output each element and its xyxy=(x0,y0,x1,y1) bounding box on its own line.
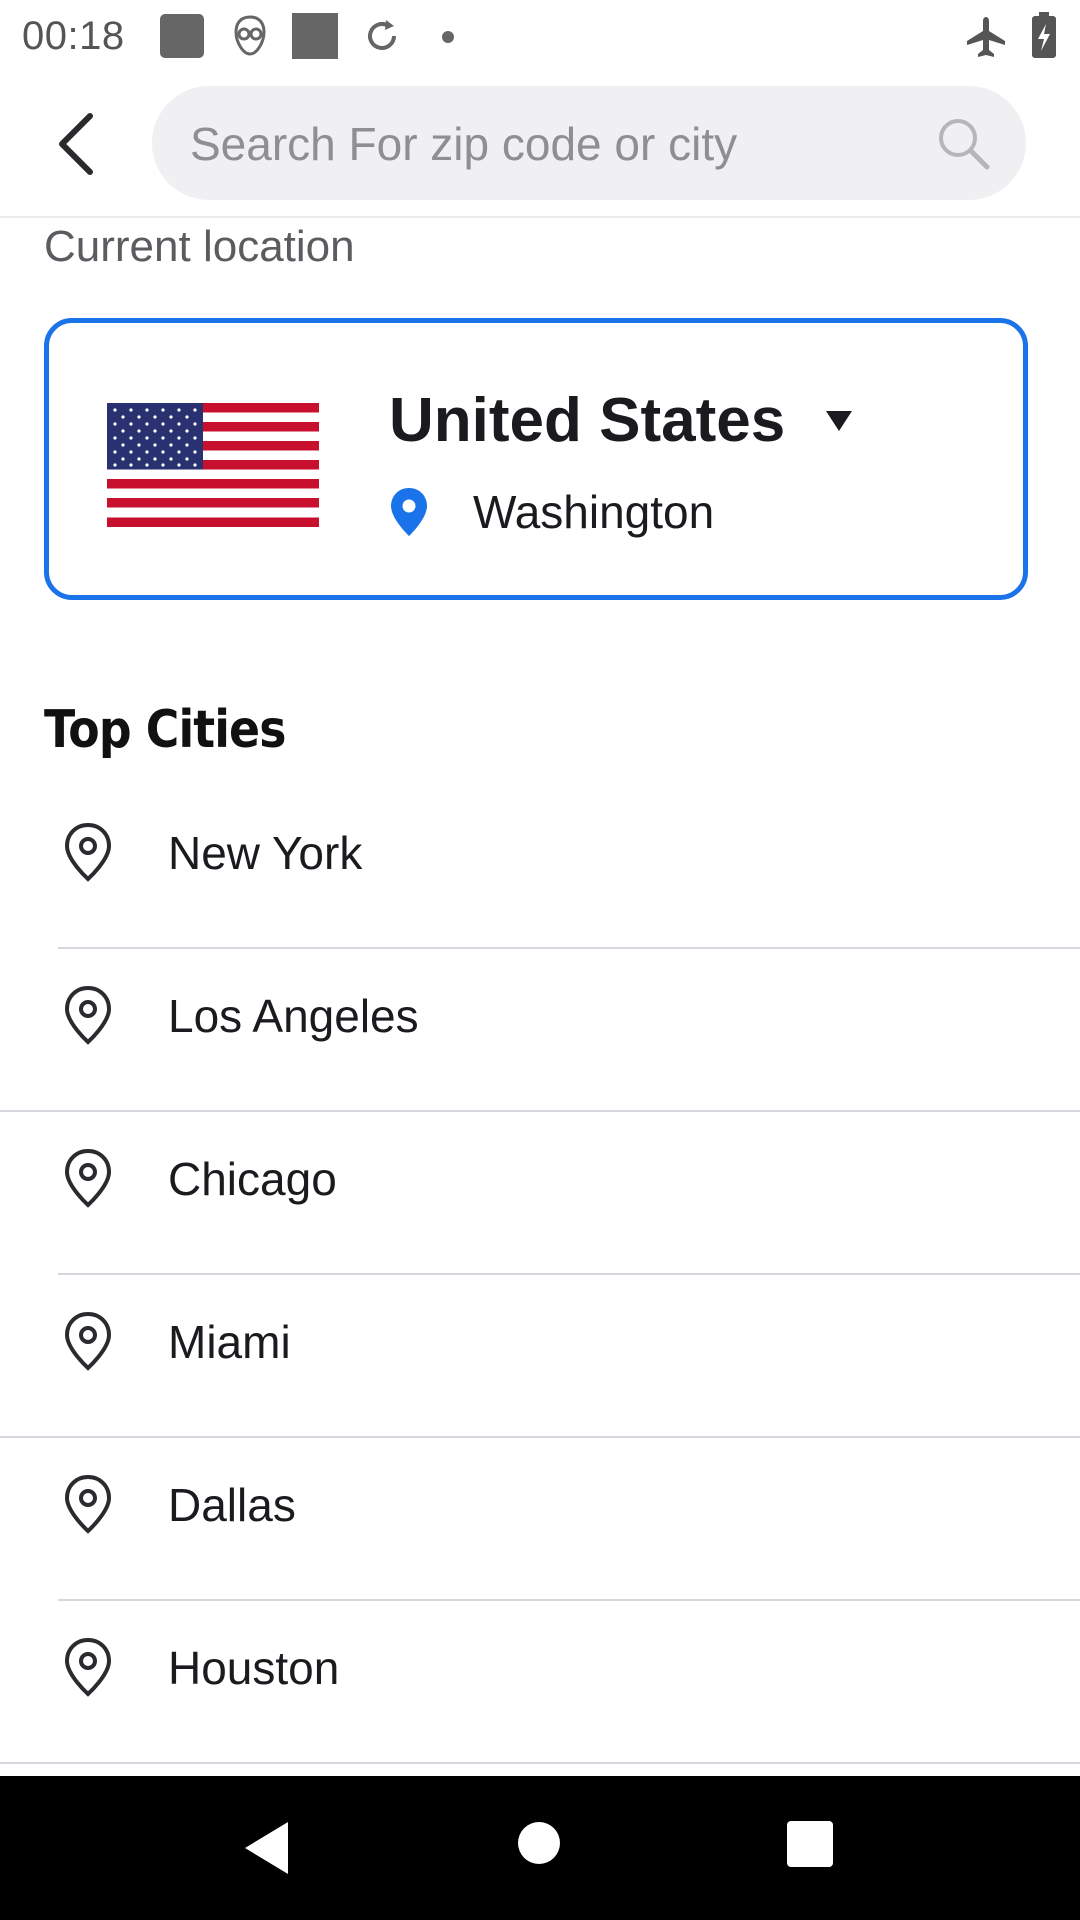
app-square-icon xyxy=(160,14,204,58)
current-location-label: Current location xyxy=(44,222,355,271)
nav-back-icon[interactable] xyxy=(242,1820,292,1876)
caret-down-icon xyxy=(826,410,853,431)
city-name: New York xyxy=(168,827,363,879)
alien-face-icon xyxy=(234,15,266,56)
status-time: 00:18 xyxy=(22,14,125,58)
search-input[interactable] xyxy=(188,86,892,202)
app-square-icon xyxy=(292,13,338,59)
divider xyxy=(0,1762,1080,1764)
city-name: Miami xyxy=(168,1316,291,1368)
search-icon[interactable] xyxy=(936,116,990,170)
status-bar: 00:18 xyxy=(0,0,1080,72)
country-name: United States xyxy=(389,386,786,455)
city-name: Dallas xyxy=(168,1479,296,1531)
nav-recents-icon[interactable] xyxy=(786,1820,834,1868)
city-name: Chicago xyxy=(168,1153,337,1205)
airplane-mode-icon xyxy=(967,17,1005,57)
location-pin-icon xyxy=(64,1311,112,1371)
city-item-los-angeles[interactable]: Los Angeles xyxy=(0,949,1080,1112)
battery-charging-icon xyxy=(1032,12,1056,58)
location-pin-icon xyxy=(64,985,112,1045)
current-location-card[interactable]: United States Washington xyxy=(44,318,1028,600)
back-button[interactable] xyxy=(40,102,112,186)
city-item-houston[interactable]: Houston xyxy=(0,1601,1080,1764)
location-pin-icon xyxy=(64,1637,112,1697)
city-item-dallas[interactable]: Dallas xyxy=(0,1438,1080,1601)
current-city: Washington xyxy=(473,486,715,538)
location-pin-filled-icon xyxy=(391,488,427,536)
city-name: Houston xyxy=(168,1642,340,1694)
system-nav-bar xyxy=(0,1776,1080,1920)
country-selector[interactable]: United States xyxy=(389,385,853,456)
city-item-chicago[interactable]: Chicago xyxy=(0,1112,1080,1275)
city-item-new-york[interactable]: New York xyxy=(0,786,1080,949)
nav-home-icon[interactable] xyxy=(516,1820,562,1866)
current-city-row: Washington xyxy=(389,485,714,539)
location-pin-icon xyxy=(64,1474,112,1534)
back-arrow-icon xyxy=(59,113,93,175)
location-pin-icon xyxy=(64,1148,112,1208)
search-header xyxy=(0,72,1080,218)
dot-icon xyxy=(442,31,454,43)
search-bar[interactable] xyxy=(152,86,1026,202)
top-cities-list: New York Los Angeles Chicago Miami Dalla… xyxy=(0,786,1080,1764)
top-cities-heading: Top Cities xyxy=(44,700,286,760)
us-flag-icon xyxy=(107,403,319,527)
city-item-miami[interactable]: Miami xyxy=(0,1275,1080,1438)
city-name: Los Angeles xyxy=(168,990,419,1042)
location-pin-icon xyxy=(64,822,112,882)
sync-icon xyxy=(368,20,396,50)
